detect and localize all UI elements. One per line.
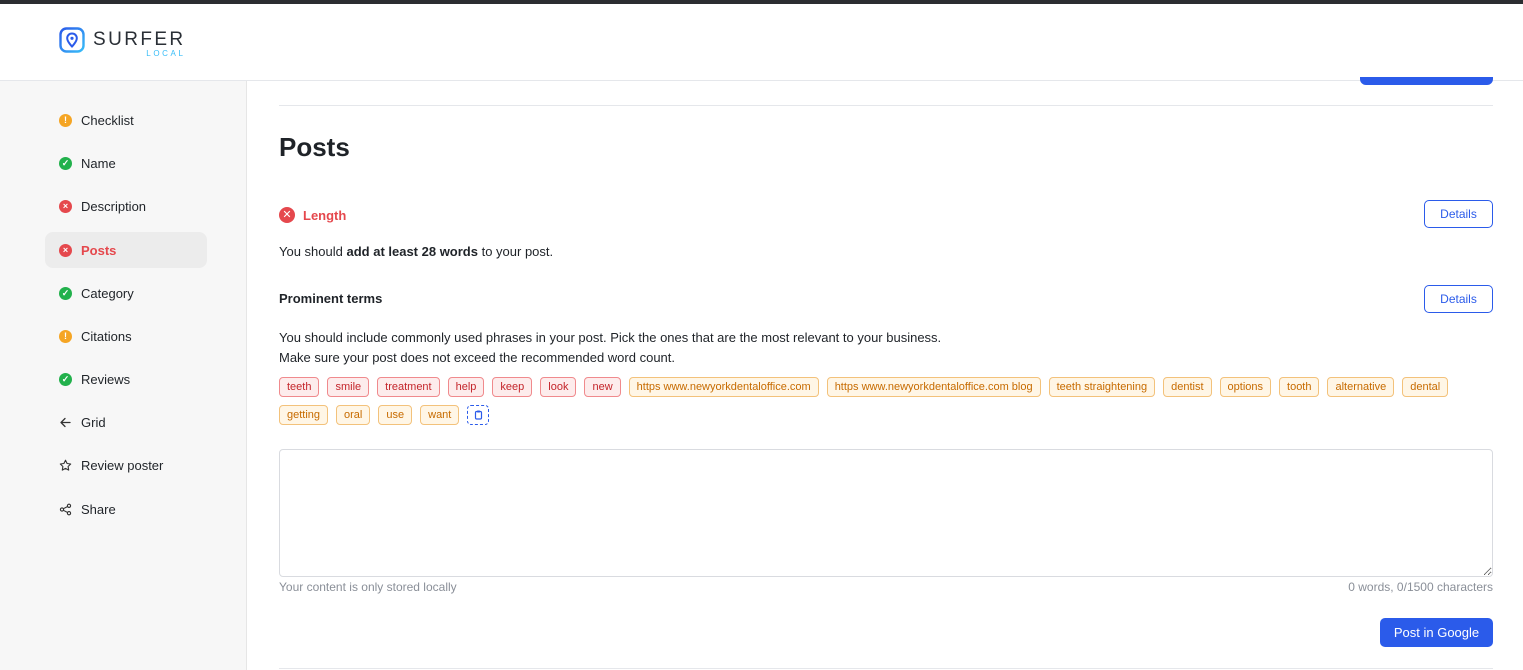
warning-dot-icon: ! (59, 113, 72, 127)
app-header: SURFER LOCAL (0, 4, 1523, 81)
divider (279, 105, 1493, 106)
sidebar-item-label: Share (81, 501, 116, 517)
length-recommendation: You should add at least 28 words to your… (279, 244, 553, 259)
location-pin-logo-icon (59, 27, 85, 53)
copy-terms-button[interactable] (467, 405, 490, 425)
length-text-bold: add at least 28 words (346, 244, 478, 259)
sidebar-item-label: Name (81, 155, 116, 171)
prominent-desc-line1: You should include commonly used phrases… (279, 330, 942, 345)
sidebar-item-label: Checklist (81, 112, 134, 128)
term-tag[interactable]: https www.newyorkdentaloffice.com (628, 377, 819, 397)
term-tag[interactable]: teeth (279, 377, 320, 397)
sidebar: ! Checklist ✓ Name × Description × Posts… (0, 81, 247, 670)
term-tag[interactable]: https www.newyorkdentaloffice.com blog (826, 377, 1041, 397)
sidebar-item-citations[interactable]: ! Citations (45, 318, 207, 354)
logo-subtitle: LOCAL (146, 49, 186, 58)
main-content: Posts ✕ Length Details You should add at… (248, 77, 1523, 670)
term-tag[interactable]: getting (279, 405, 329, 425)
term-tag[interactable]: help (447, 377, 485, 397)
term-tag[interactable]: keep (492, 377, 533, 397)
check-dot-icon: ✓ (59, 156, 72, 170)
star-icon (59, 459, 72, 471)
sidebar-item-posts[interactable]: × Posts (45, 232, 207, 268)
sidebar-item-grid[interactable]: Grid (45, 404, 207, 440)
sidebar-item-name[interactable]: ✓ Name (45, 145, 207, 181)
term-tag[interactable]: smile (327, 377, 370, 397)
sidebar-item-category[interactable]: ✓ Category (45, 275, 207, 311)
term-tag[interactable]: oral (336, 405, 371, 425)
error-circle-icon: ✕ (279, 207, 295, 223)
sidebar-item-share[interactable]: Share (45, 491, 207, 527)
length-check-title: Length (303, 207, 347, 223)
sidebar-item-label: Reviews (81, 371, 131, 387)
prominent-terms-description: You should include commonly used phrases… (279, 328, 941, 368)
term-tags: teeth smile treatment help keep look new… (279, 377, 1493, 425)
share-icon (59, 503, 72, 515)
sidebar-item-checklist[interactable]: ! Checklist (45, 102, 207, 138)
term-tag[interactable]: alternative (1327, 377, 1395, 397)
warning-dot-icon: ! (59, 329, 72, 343)
term-tag[interactable]: new (584, 377, 621, 397)
copy-icon (474, 410, 482, 420)
length-check-header: ✕ Length (279, 207, 346, 223)
prominent-terms-title: Prominent terms (279, 291, 383, 306)
sidebar-item-label: Review poster (81, 457, 164, 473)
sidebar-item-label: Grid (81, 414, 106, 430)
term-tag[interactable]: treatment (377, 377, 440, 397)
term-tag[interactable]: dental (1402, 377, 1449, 397)
surfer-local-logo[interactable]: SURFER LOCAL (59, 27, 186, 58)
error-dot-icon: × (59, 243, 72, 257)
term-tag[interactable]: options (1219, 377, 1272, 397)
term-tag[interactable]: dentist (1163, 377, 1212, 397)
top-action-button[interactable] (1360, 77, 1493, 85)
term-tag[interactable]: tooth (1279, 377, 1320, 397)
check-dot-icon: ✓ (59, 286, 72, 300)
sidebar-item-label: Description (81, 198, 147, 214)
prominent-terms-details-button[interactable]: Details (1424, 285, 1493, 313)
post-in-google-button[interactable]: Post in Google (1380, 618, 1493, 647)
term-tag[interactable]: want (420, 405, 460, 425)
length-text-after: to your post. (477, 244, 554, 259)
sidebar-item-description[interactable]: × Description (45, 188, 207, 224)
logo-wordmark: SURFER (93, 29, 186, 50)
check-dot-icon: ✓ (59, 372, 72, 386)
sidebar-item-reviews[interactable]: ✓ Reviews (45, 361, 207, 397)
sidebar-item-label: Citations (81, 328, 132, 344)
length-text-before: You should (279, 244, 347, 259)
divider (279, 668, 1493, 669)
sidebar-item-review-poster[interactable]: Review poster (45, 447, 207, 483)
storage-note: Your content is only stored locally (279, 580, 457, 594)
length-details-button[interactable]: Details (1424, 200, 1493, 228)
term-tag[interactable]: use (378, 405, 413, 425)
sidebar-item-label: Posts (81, 242, 117, 258)
error-dot-icon: × (59, 199, 72, 213)
page-title: Posts (279, 132, 350, 162)
sidebar-item-label: Category (81, 285, 134, 301)
term-tag[interactable]: look (540, 377, 577, 397)
arrow-left-icon (60, 417, 71, 427)
term-tag[interactable]: teeth straightening (1048, 377, 1156, 397)
prominent-desc-line2: Make sure your post does not exceed the … (279, 350, 675, 365)
word-character-counter: 0 words, 0/1500 characters (1348, 580, 1493, 594)
post-content-editor[interactable] (279, 449, 1493, 577)
